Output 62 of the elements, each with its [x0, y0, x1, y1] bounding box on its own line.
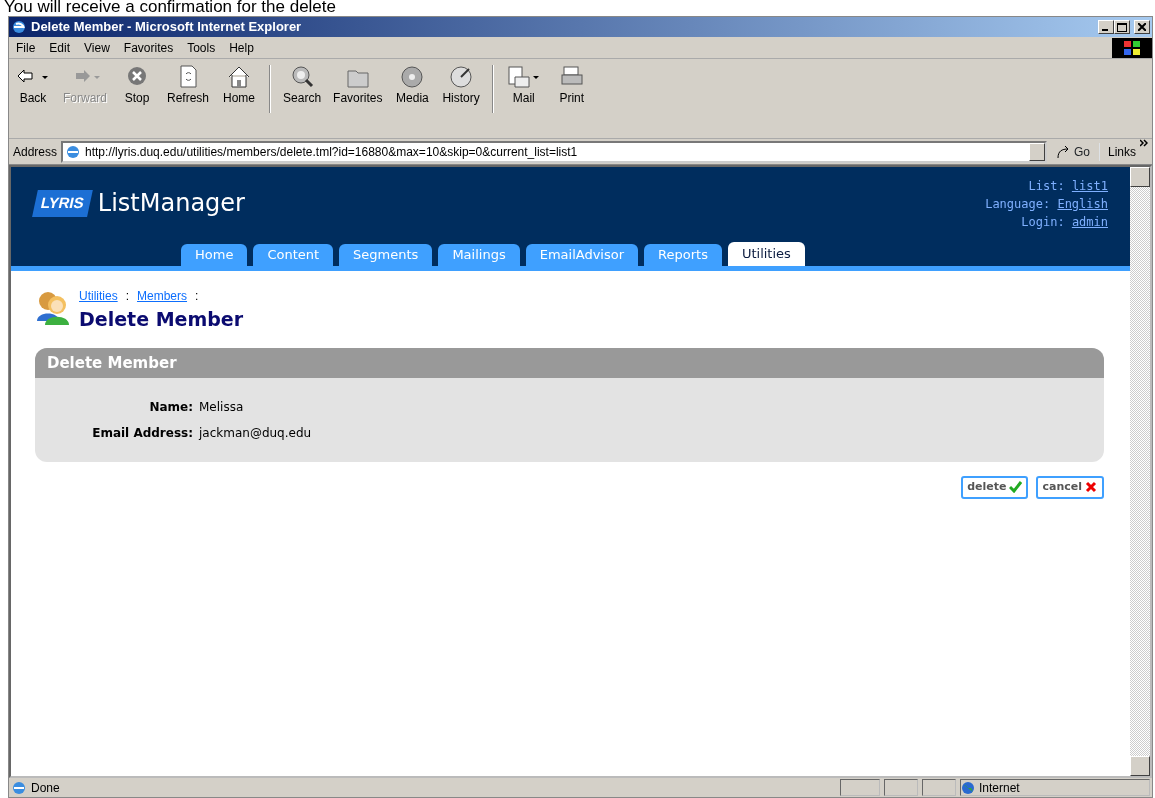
address-field[interactable]: http://lyris.duq.edu/utilities/members/delete.tml?id=16880&max=10&skip=0&current_list=list1	[61, 140, 1047, 163]
toolbar-button[interactable]: Media	[388, 65, 437, 107]
cancel-button[interactable]: cancel	[1036, 476, 1104, 499]
toolbar-button[interactable]: Favorites	[327, 65, 389, 107]
page-title: Delete Member	[79, 307, 244, 332]
toolbar-button[interactable]: Print	[547, 65, 596, 107]
info-label: Language:	[985, 197, 1052, 211]
caption-text: You will receive a confirmation for the delete	[3, 0, 337, 16]
breadcrumb-separator: :	[125, 288, 129, 305]
field-label: Name:	[148, 399, 193, 416]
info-label: Login:	[1021, 215, 1066, 229]
close-icon	[1085, 481, 1098, 494]
chevron-icon	[1140, 139, 1148, 147]
check-icon	[1009, 481, 1023, 494]
menu-item[interactable]: File	[9, 38, 43, 57]
close-button[interactable]	[1134, 20, 1150, 34]
history-icon	[449, 65, 474, 89]
menu-item[interactable]: Tools	[180, 38, 223, 57]
close-icon	[1138, 23, 1146, 31]
links-button[interactable]: Links	[1099, 142, 1136, 161]
maximize-icon	[1117, 22, 1127, 32]
minimize-button[interactable]	[1098, 20, 1114, 34]
info-link[interactable]: English	[1057, 197, 1108, 211]
info-link[interactable]: admin	[1071, 215, 1108, 229]
menu-item[interactable]: View	[77, 38, 117, 57]
window-title: Delete Member - Microsoft Internet Explorer	[31, 18, 302, 37]
menu-item[interactable]: Favorites	[116, 38, 181, 57]
go-arrow-icon	[1055, 144, 1070, 159]
status-text: Done	[31, 779, 61, 797]
home-icon	[227, 65, 252, 89]
toolbar-button[interactable]: Home	[215, 65, 264, 107]
menu-item[interactable]: Help	[222, 38, 261, 57]
breadcrumb-separator: :	[195, 288, 199, 305]
breadcrumb-link[interactable]: Utilities	[79, 287, 118, 305]
menu-item[interactable]: Edit	[42, 38, 78, 57]
toolbar-button[interactable]: Stop	[113, 65, 161, 107]
field-value: Melissa	[199, 399, 245, 416]
zone-text: Internet	[979, 779, 1020, 797]
media-icon	[400, 65, 425, 89]
globe-icon	[961, 780, 975, 795]
delete-button[interactable]: delete	[961, 476, 1029, 499]
toolbar-button[interactable]: Back	[9, 65, 57, 107]
nav-tab[interactable]: Utilities	[727, 242, 805, 266]
toolbar-button[interactable]: Search	[277, 65, 328, 107]
toolbar-button[interactable]: History	[436, 65, 486, 107]
info-label: List:	[1028, 179, 1066, 193]
dropdown-button[interactable]	[1028, 142, 1045, 161]
info-link[interactable]: list1	[1071, 179, 1108, 193]
maximize-button[interactable]	[1114, 20, 1130, 34]
address-label: Address	[13, 143, 58, 161]
search-icon	[290, 65, 315, 89]
logo-badge: LYRIS	[32, 189, 93, 217]
field-label: Email Address:	[91, 425, 193, 442]
vertical-scrollbar[interactable]	[1130, 167, 1150, 776]
toolbar-button[interactable]: Mail	[499, 65, 548, 107]
field-value: jackman@duq.edu	[199, 425, 313, 442]
windows-logo-icon	[1112, 37, 1152, 58]
go-button[interactable]: Go	[1050, 141, 1095, 162]
logo-text: ListManager	[97, 188, 245, 219]
breadcrumb-link[interactable]: Members	[137, 287, 188, 305]
panel-title: Delete Member	[35, 347, 1104, 378]
toolbar-button[interactable]: Refresh	[161, 65, 216, 107]
